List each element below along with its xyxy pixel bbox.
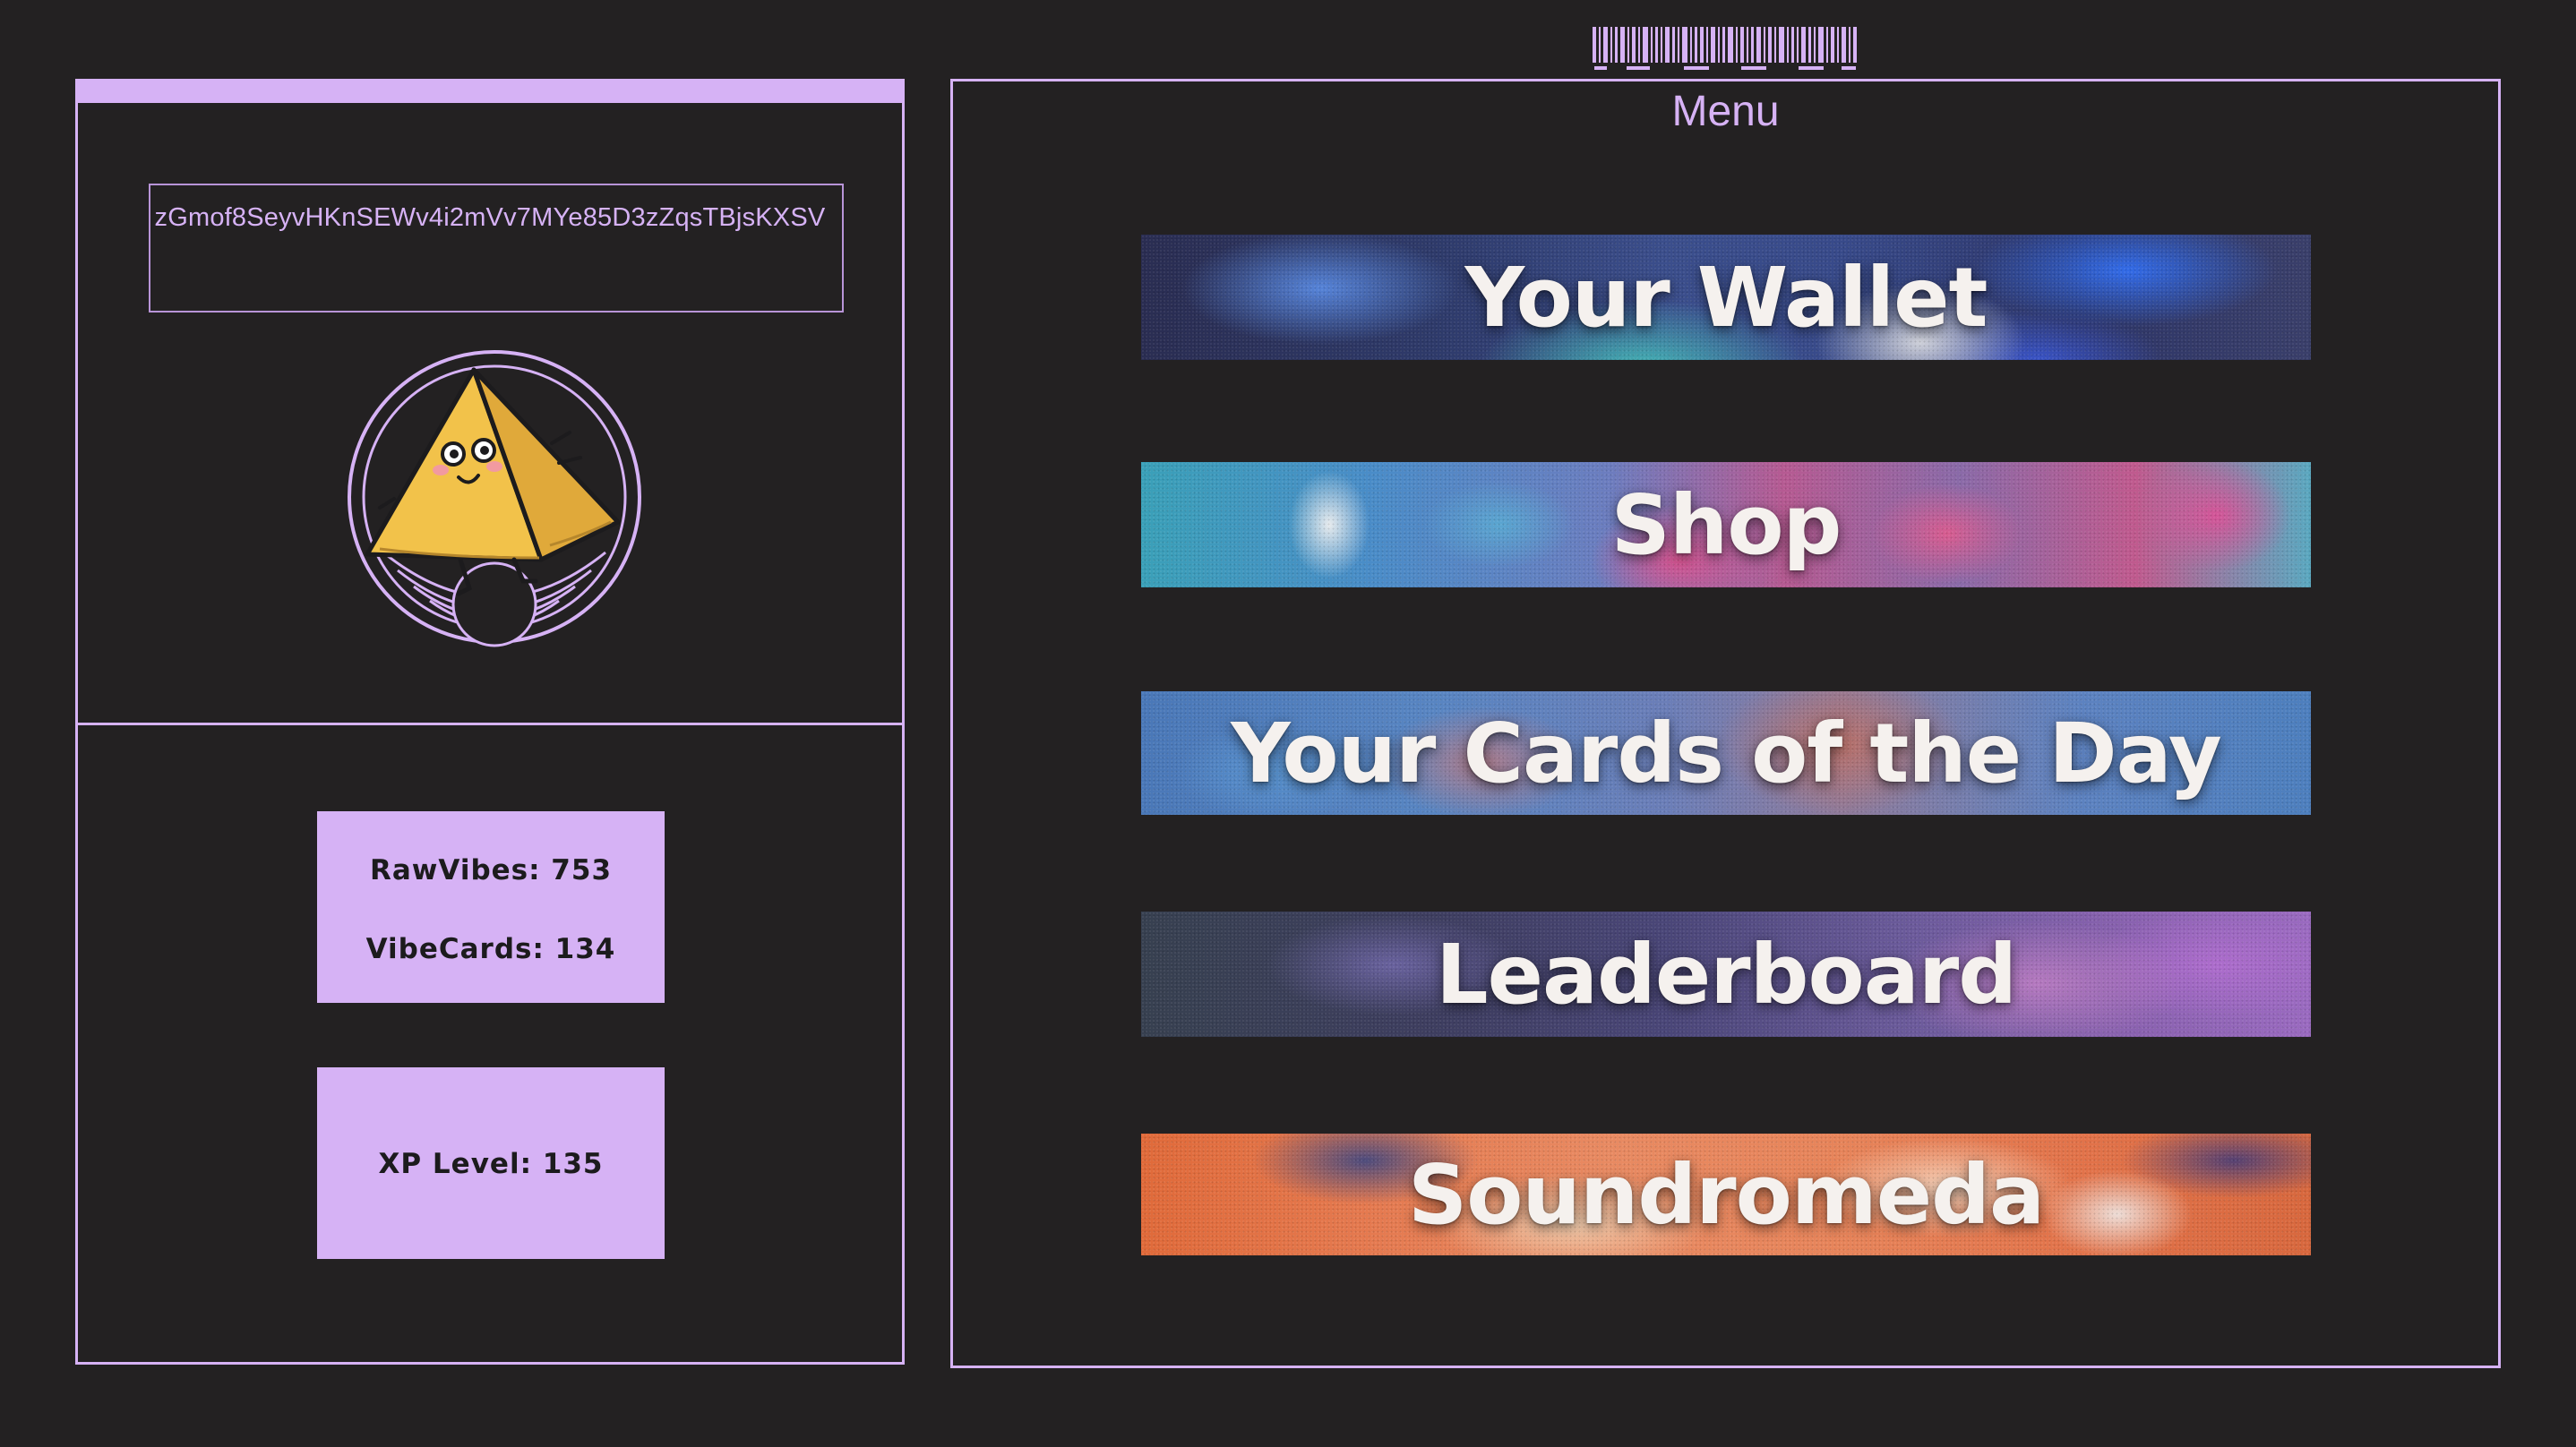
cards-of-the-day-button[interactable]: Your Cards of the Day	[1141, 691, 2311, 815]
currency-stats-card: RawVibes: 753 VibeCards: 134	[317, 811, 665, 1003]
panel-header-bar	[78, 81, 902, 103]
vibecards-stat: VibeCards: 134	[365, 933, 616, 965]
panel-divider	[78, 723, 902, 725]
leaderboard-button[interactable]: Leaderboard	[1141, 912, 2311, 1037]
menu-title: Menu	[1671, 88, 1780, 135]
shop-button[interactable]: Shop	[1141, 462, 2311, 587]
leaderboard-label: Leaderboard	[1435, 926, 2017, 1023]
pyramid-mascot-icon	[348, 350, 641, 647]
shop-label: Shop	[1610, 476, 1842, 573]
wallet-input-box[interactable]	[149, 184, 844, 313]
soundromeda-button[interactable]: Soundromeda	[1141, 1134, 2311, 1255]
rawvibes-stat: RawVibes: 753	[369, 854, 613, 886]
barcode-icon	[1593, 27, 1857, 70]
your-wallet-button[interactable]: Your Wallet	[1141, 235, 2311, 360]
app-page: zGmof8SeyvHKnSEWv4i2mVv7MYe85D3zZqsTBjsK…	[0, 0, 2576, 1447]
soundromeda-label: Soundromeda	[1407, 1146, 2045, 1243]
xp-level-stat: XP Level: 135	[378, 1148, 604, 1180]
xp-level-card: XP Level: 135	[317, 1067, 665, 1259]
cards-of-the-day-label: Your Cards of the Day	[1231, 705, 2222, 801]
your-wallet-label: Your Wallet	[1464, 249, 1988, 346]
